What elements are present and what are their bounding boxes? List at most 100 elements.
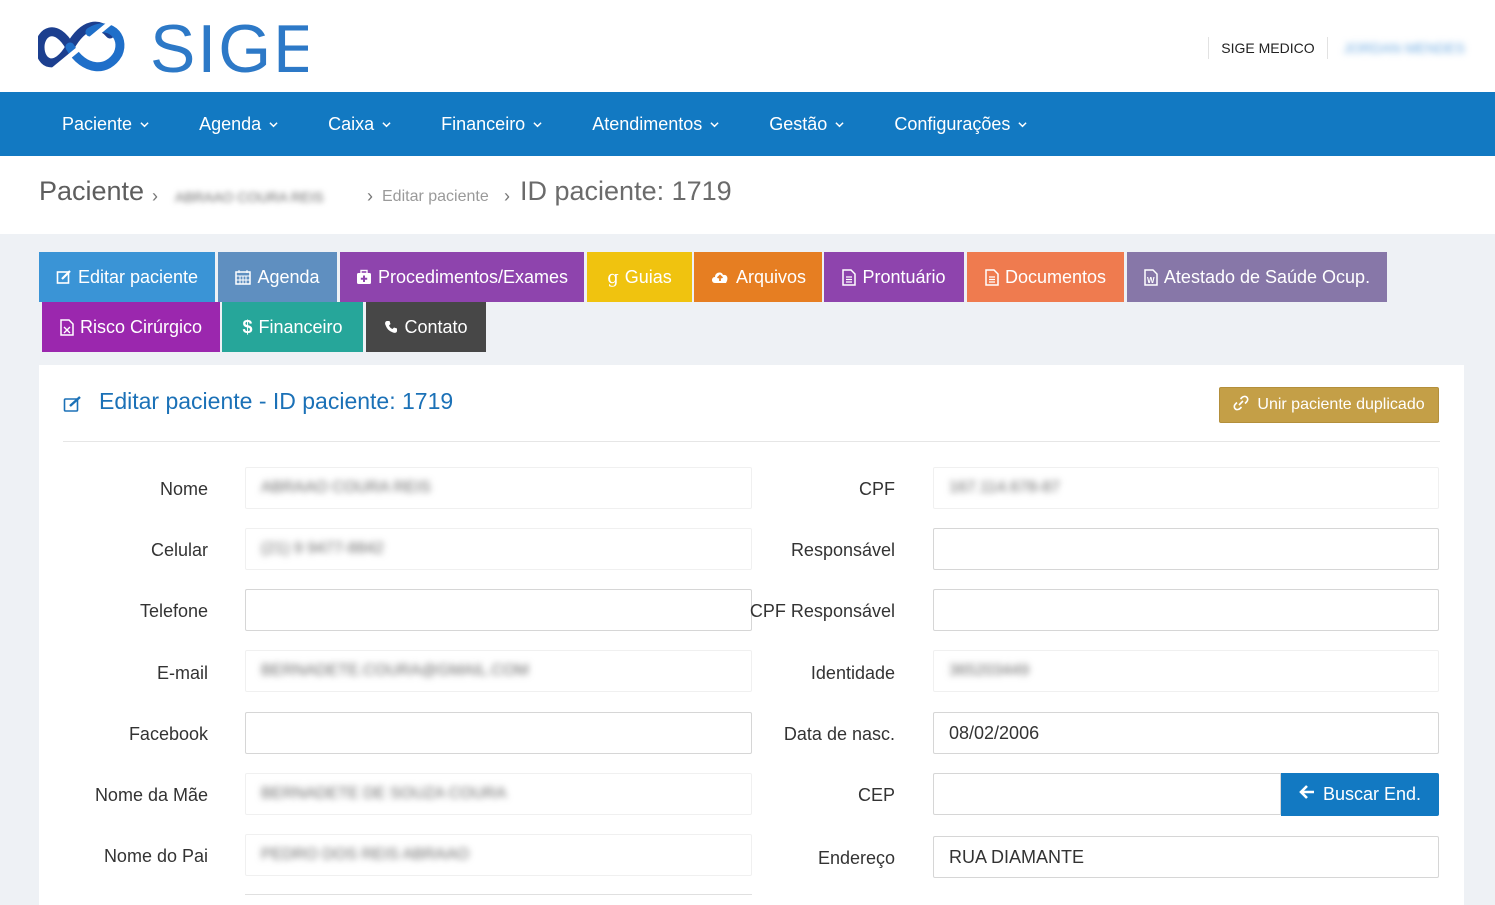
- label-cpf-responsavel: CPF Responsável: [749, 601, 895, 621]
- nav-paciente[interactable]: Paciente: [44, 114, 167, 135]
- tab-label: Prontuário: [862, 266, 946, 287]
- breadcrumb-edit[interactable]: Editar paciente: [382, 188, 489, 206]
- cep-field[interactable]: [933, 773, 1281, 815]
- file-excel-icon: [60, 318, 74, 336]
- data-nasc-value: 08/02/2006: [949, 722, 1040, 743]
- chevron-down-icon: [269, 121, 278, 127]
- sige-logo[interactable]: SIGE: [35, 11, 319, 87]
- phone-icon: [384, 320, 398, 334]
- divider: [63, 441, 1440, 442]
- tab-prontuario[interactable]: Prontuário: [824, 252, 964, 302]
- nome-field[interactable]: ABRAAO COURA REIS: [245, 467, 752, 509]
- main-navbar: Paciente Agenda Caixa Financeiro Atendim…: [0, 92, 1495, 156]
- file-text-icon: [985, 268, 999, 286]
- nav-label: Caixa: [328, 113, 375, 134]
- tab-atestado-saude-ocup[interactable]: W Atestado de Saúde Ocup.: [1127, 252, 1387, 302]
- chevron-down-icon: [382, 121, 391, 127]
- celular-value: (21) 9 9477-8842: [261, 540, 384, 557]
- divider: [1326, 37, 1328, 59]
- nav-label: Gestão: [769, 113, 828, 134]
- tab-editar-paciente[interactable]: Editar paciente: [39, 252, 215, 302]
- tab-label: Atestado de Saúde Ocup.: [1163, 266, 1371, 287]
- cpf-value: 167.114.678-87: [949, 479, 1060, 496]
- chevron-down-icon: [140, 121, 149, 127]
- tab-guias[interactable]: g Guias: [587, 252, 692, 302]
- nome-mae-field[interactable]: BERNADETE DE SOUZA COURA: [245, 773, 752, 815]
- cpf-responsavel-field[interactable]: [933, 589, 1439, 631]
- merge-duplicate-label: Unir paciente duplicado: [1257, 396, 1425, 413]
- endereco-value: RUA DIAMANTE: [949, 846, 1085, 867]
- nav-label: Atendimentos: [592, 113, 703, 134]
- celular-field[interactable]: (21) 9 9477-8842: [245, 528, 752, 570]
- header-user-area: SIGE MEDICO JORDAN MENDES: [1196, 36, 1465, 60]
- label-nome: Nome: [159, 479, 208, 499]
- telefone-field[interactable]: [245, 589, 752, 631]
- dollar-icon: $: [242, 316, 253, 337]
- nav-label: Paciente: [62, 113, 133, 134]
- tab-label: Arquivos: [735, 266, 807, 287]
- nav-agenda[interactable]: Agenda: [181, 114, 296, 135]
- facebook-field[interactable]: [245, 712, 752, 754]
- svg-text:W: W: [1147, 276, 1155, 285]
- breadcrumb-root[interactable]: Paciente: [39, 176, 144, 207]
- label-nome-pai: Nome do Pai: [103, 846, 208, 866]
- nav-configuracoes[interactable]: Configurações: [876, 114, 1045, 135]
- user-name[interactable]: JORDAN MENDES: [1344, 40, 1465, 56]
- nav-gestao[interactable]: Gestão: [751, 114, 862, 135]
- medkit-icon: [356, 269, 372, 285]
- calendar-icon: [235, 269, 252, 285]
- label-cep: CEP: [857, 785, 895, 805]
- tab-label: Guias: [624, 266, 672, 287]
- tab-label: Agenda: [257, 266, 320, 287]
- breadcrumb-patient-id: ID paciente: 1719: [520, 176, 732, 206]
- tab-procedimentos-exames[interactable]: Procedimentos/Exames: [340, 252, 584, 302]
- breadcrumb-separator: ›: [504, 186, 510, 206]
- identidade-field[interactable]: 365203449: [933, 650, 1439, 692]
- label-celular: Celular: [150, 540, 208, 560]
- chevron-down-icon: [710, 121, 719, 127]
- tab-arquivos[interactable]: Arquivos: [694, 252, 822, 302]
- tab-risco-cirurgico[interactable]: Risco Cirúrgico: [42, 302, 220, 352]
- edit-patient-panel: [39, 365, 1464, 905]
- top-header: SIGE SIGE MEDICO JORDAN MENDES: [0, 0, 1495, 92]
- buscar-endereco-label: Buscar End.: [1322, 784, 1422, 804]
- breadcrumb-patient[interactable]: ABRAAO COURA REIS: [175, 189, 324, 205]
- breadcrumb-separator: ›: [152, 186, 158, 206]
- data-nasc-field[interactable]: 08/02/2006: [933, 712, 1439, 754]
- email-value: BERNADETE.COURA@GMAIL.COM: [261, 662, 529, 679]
- chevron-down-icon: [1018, 121, 1028, 127]
- chevron-down-icon: [835, 121, 844, 127]
- nav-atendimentos[interactable]: Atendimentos: [574, 114, 737, 135]
- clinic-name[interactable]: SIGE MEDICO: [1221, 40, 1314, 56]
- buscar-endereco-button[interactable]: Buscar End.: [1281, 773, 1439, 816]
- chevron-down-icon: [533, 121, 542, 127]
- responsavel-field[interactable]: [933, 528, 1439, 570]
- nome-pai-field[interactable]: PEDRO DOS REIS ABRAAO: [245, 834, 752, 876]
- label-cpf: CPF: [859, 479, 895, 499]
- label-data-nasc: Data de nasc.: [783, 724, 895, 744]
- label-endereco: Endereço: [817, 848, 895, 868]
- tab-label: Documentos: [1004, 266, 1107, 287]
- endereco-field[interactable]: RUA DIAMANTE: [933, 836, 1439, 878]
- label-identidade: Identidade: [810, 663, 895, 683]
- google-icon: g: [607, 266, 619, 288]
- tab-agenda[interactable]: Agenda: [218, 252, 337, 302]
- nav-financeiro[interactable]: Financeiro: [423, 114, 560, 135]
- file-word-icon: W: [1144, 268, 1158, 286]
- nome-mae-value: BERNADETE DE SOUZA COURA: [261, 785, 507, 802]
- svg-text:SIGE: SIGE: [150, 14, 308, 80]
- nome-pai-value: PEDRO DOS REIS ABRAAO: [261, 846, 470, 863]
- tab-contato[interactable]: Contato: [366, 302, 486, 352]
- email-field[interactable]: BERNADETE.COURA@GMAIL.COM: [245, 650, 752, 692]
- label-nome-mae: Nome da Mãe: [94, 785, 208, 805]
- nome-value: ABRAAO COURA REIS: [261, 479, 431, 496]
- nav-caixa[interactable]: Caixa: [310, 114, 409, 135]
- tab-label: Financeiro: [258, 316, 343, 337]
- merge-duplicate-button[interactable]: Unir paciente duplicado: [1219, 387, 1439, 423]
- cpf-field[interactable]: 167.114.678-87: [933, 467, 1439, 509]
- cloud-upload-icon: [710, 269, 730, 285]
- tab-documentos[interactable]: Documentos: [967, 252, 1124, 302]
- tab-financeiro[interactable]: $ Financeiro: [222, 302, 363, 352]
- edit-icon: [63, 395, 83, 418]
- file-text-icon: [842, 268, 857, 286]
